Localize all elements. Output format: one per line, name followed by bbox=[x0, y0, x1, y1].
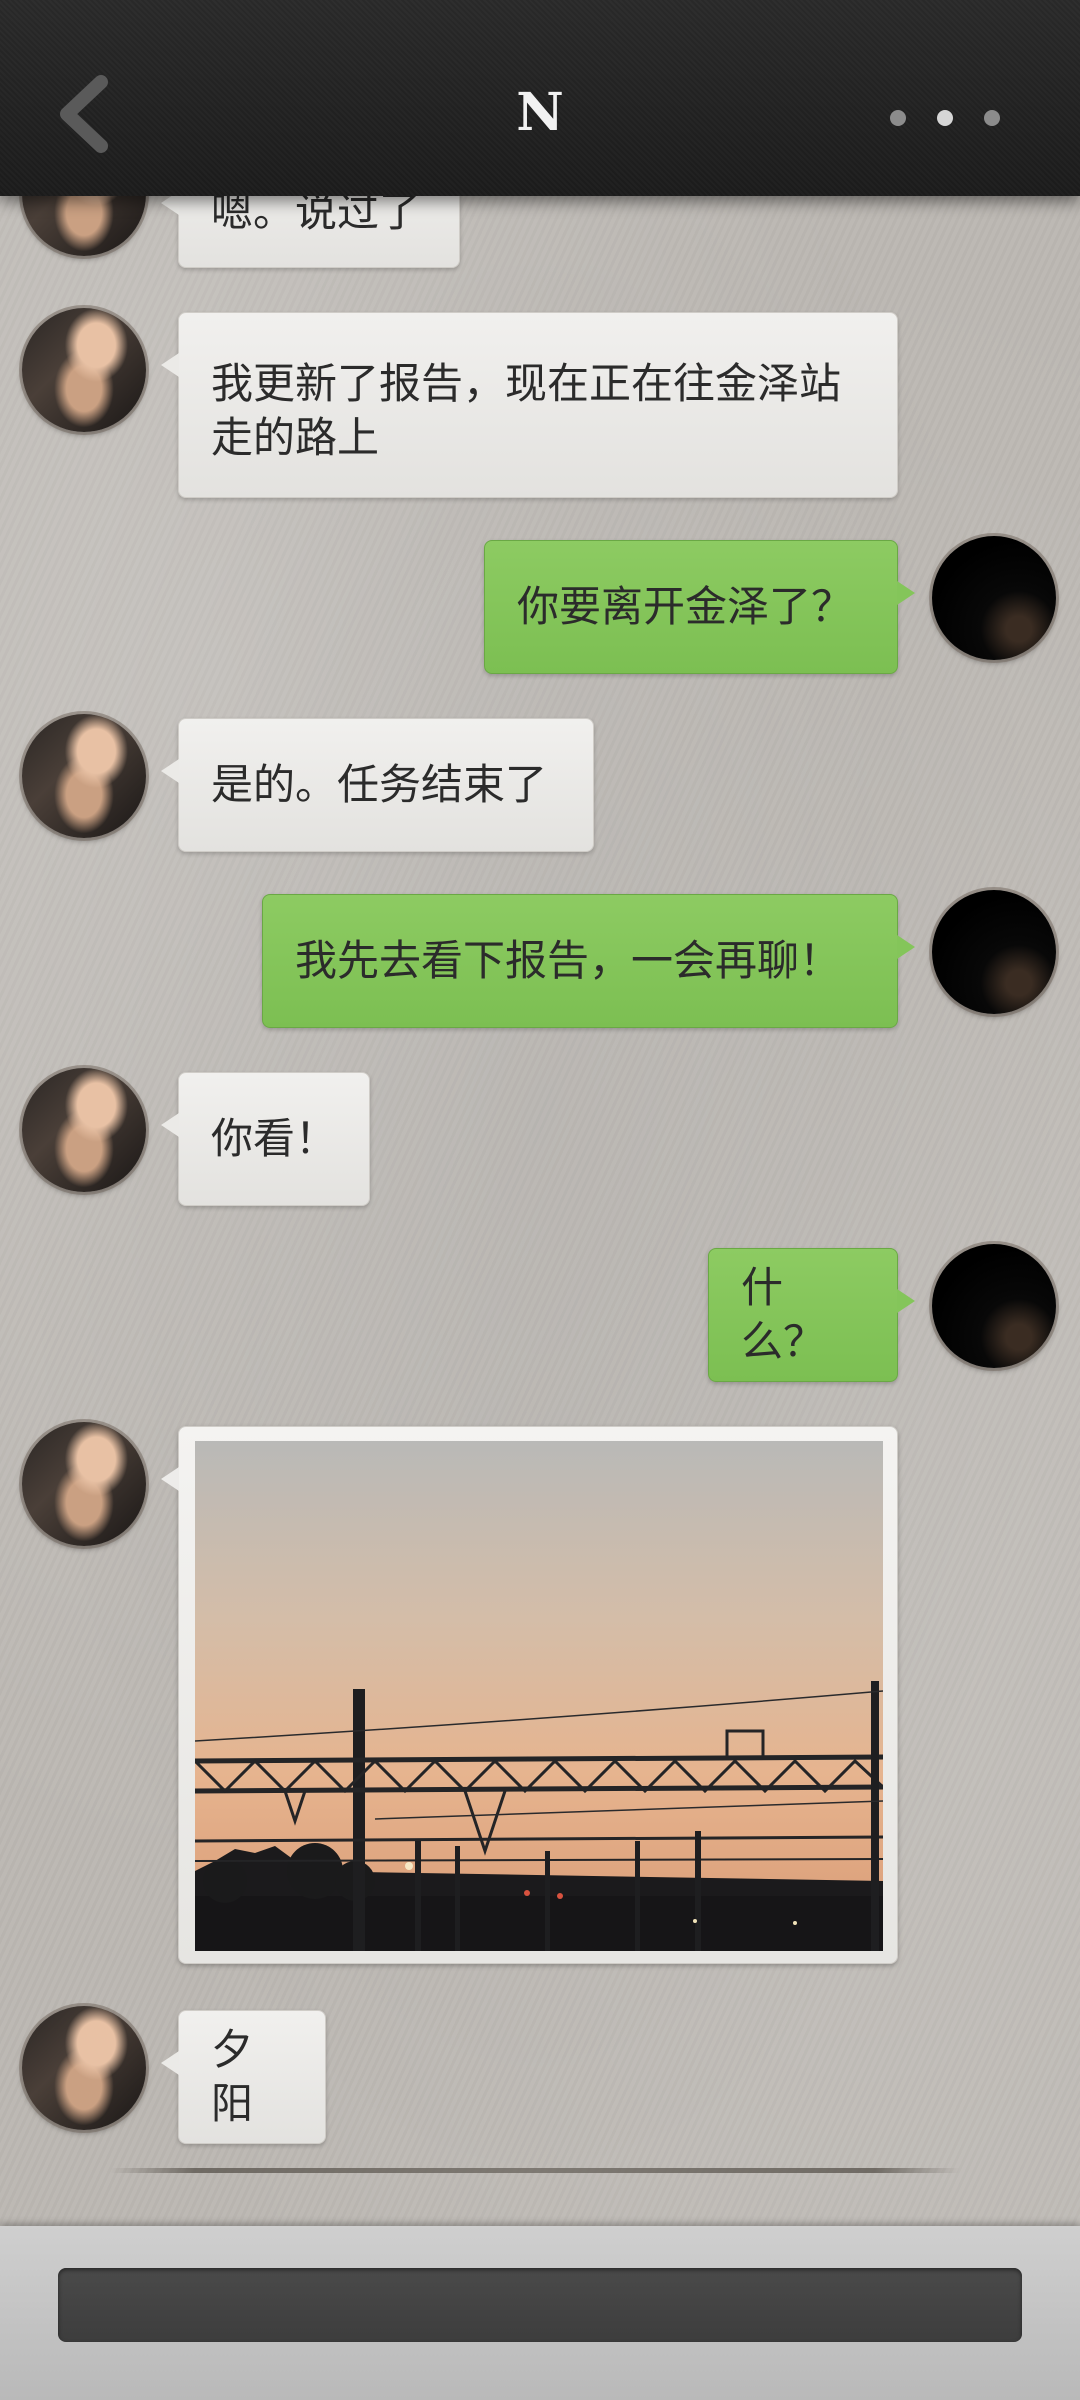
message-bubble-received: 是的。任务结束了 bbox=[161, 718, 594, 852]
my-avatar[interactable] bbox=[932, 890, 1056, 1014]
message-bubble-sent: 你要离开金泽了？ bbox=[484, 540, 915, 674]
message-text: 你要离开金泽了？ bbox=[517, 582, 854, 631]
contact-avatar[interactable] bbox=[22, 2006, 146, 2130]
more-options-button[interactable] bbox=[890, 108, 1000, 128]
message-text: 是的。任务结束了 bbox=[211, 760, 548, 809]
chat-end-divider bbox=[110, 2168, 960, 2173]
contact-avatar[interactable] bbox=[22, 1068, 146, 1192]
sunset-railway-photo[interactable] bbox=[195, 1441, 883, 1951]
message-text: 什么？ bbox=[741, 1263, 826, 1366]
contact-avatar[interactable] bbox=[22, 714, 146, 838]
contact-avatar[interactable] bbox=[22, 308, 146, 432]
message-input[interactable] bbox=[58, 2268, 1022, 2342]
message-text: 我更新了报告，现在正在往金泽站走的路上 bbox=[211, 359, 842, 462]
more-dots-icon bbox=[937, 110, 953, 126]
contact-avatar[interactable] bbox=[22, 1422, 146, 1546]
message-text: 夕阳 bbox=[211, 2025, 254, 2128]
bottom-input-bar bbox=[0, 2226, 1080, 2400]
top-bar: N bbox=[0, 0, 1080, 196]
message-bubble-received: 我更新了报告，现在正在往金泽站走的路上 bbox=[161, 312, 898, 498]
message-bubble-sent: 什么？ bbox=[708, 1248, 915, 1382]
my-avatar[interactable] bbox=[932, 1244, 1056, 1368]
message-bubble-received: 夕阳 bbox=[161, 2010, 326, 2144]
message-text: 我先去看下报告，一会再聊！ bbox=[295, 936, 842, 985]
image-message-bubble[interactable] bbox=[161, 1426, 898, 1964]
my-avatar[interactable] bbox=[932, 536, 1056, 660]
message-text: 你看！ bbox=[211, 1114, 338, 1163]
more-dots-icon bbox=[890, 110, 906, 126]
message-bubble-received: 你看！ bbox=[161, 1072, 370, 1206]
more-dots-icon bbox=[984, 110, 1000, 126]
message-bubble-sent: 我先去看下报告，一会再聊！ bbox=[262, 894, 915, 1028]
